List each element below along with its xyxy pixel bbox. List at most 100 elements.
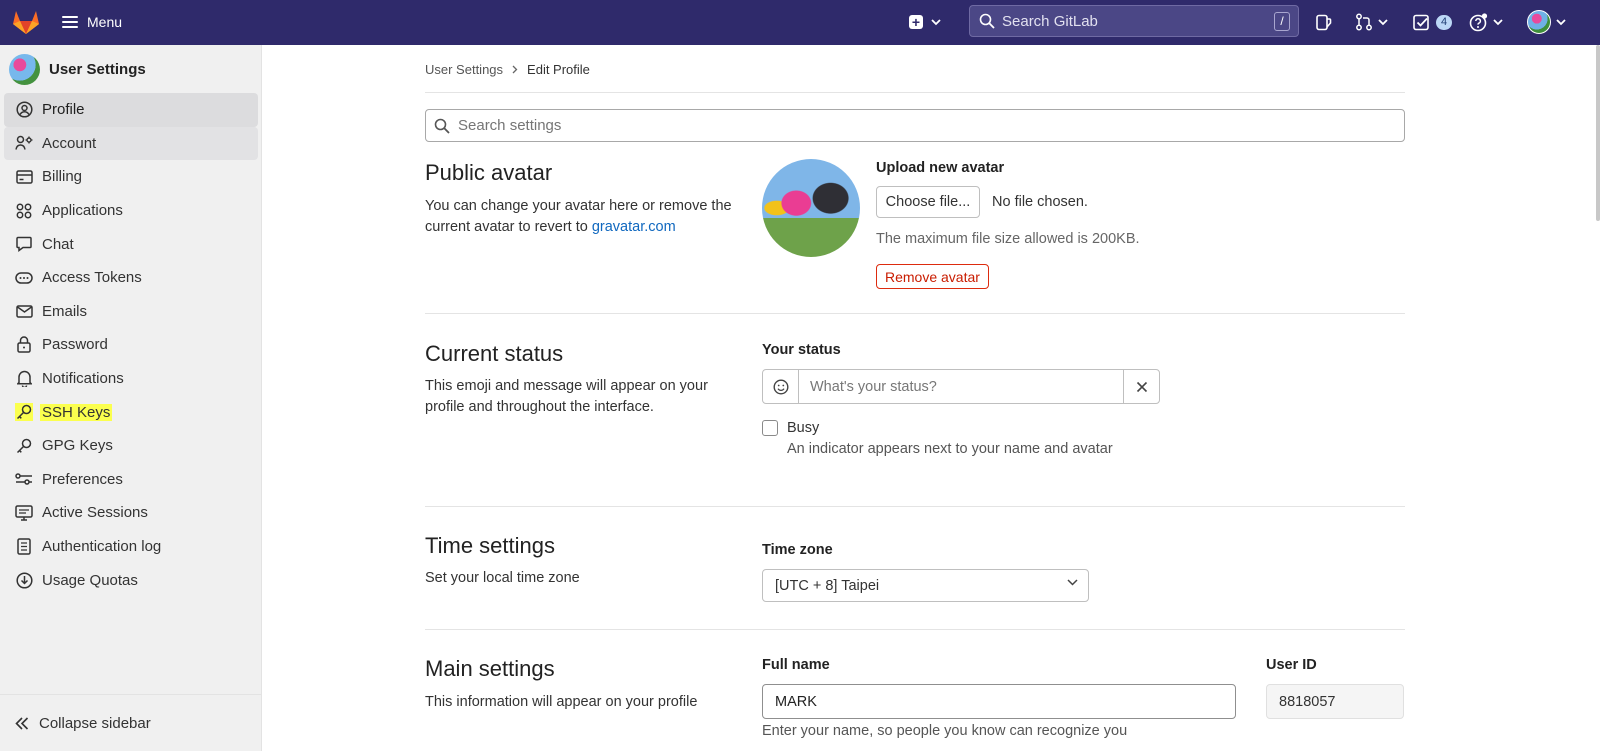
sidebar-item-preferences[interactable]: Preferences — [4, 463, 258, 497]
user-id-field: 8818057 — [1266, 684, 1404, 719]
collapse-sidebar-button[interactable]: Collapse sidebar — [0, 694, 262, 751]
avatar — [1527, 10, 1551, 34]
chevron-right-icon — [512, 65, 518, 74]
todos-button[interactable]: 4 — [1413, 10, 1453, 34]
smiley-icon — [772, 378, 789, 395]
chevron-down-icon — [1556, 18, 1566, 25]
double-chevron-left-icon — [15, 716, 29, 730]
clear-status-button[interactable] — [1123, 370, 1159, 403]
breadcrumb: User Settings Edit Profile — [425, 62, 590, 77]
sidebar-item-chat[interactable]: Chat — [4, 227, 258, 261]
merge-requests-button[interactable] — [1355, 10, 1388, 34]
section-desc-public-avatar: You can change your avatar here or remov… — [425, 196, 745, 238]
sidebar-item-label: Usage Quotas — [42, 571, 138, 589]
lock-icon — [15, 336, 33, 354]
section-desc-main-settings: This information will appear on your pro… — [425, 694, 698, 710]
sidebar-item-authentication-log[interactable]: Authentication log — [4, 530, 258, 564]
close-icon — [1136, 381, 1147, 392]
your-status-label: Your status — [762, 342, 841, 358]
sidebar-item-label: Notifications — [42, 370, 124, 388]
full-name-label: Full name — [762, 657, 830, 673]
sidebar-item-applications[interactable]: Applications — [4, 194, 258, 228]
create-new-button[interactable]: + — [909, 10, 941, 34]
page-scrollbar[interactable] — [1596, 45, 1600, 221]
gravatar-link[interactable]: gravatar.com — [592, 219, 676, 235]
todo-check-icon — [1413, 14, 1429, 30]
menu-label: Menu — [87, 14, 123, 30]
help-button[interactable] — [1469, 10, 1503, 34]
user-id-value: 8818057 — [1279, 693, 1336, 710]
sidebar-item-notifications[interactable]: Notifications — [4, 362, 258, 396]
menu-button[interactable]: Menu — [62, 10, 122, 34]
sidebar-item-label: Active Sessions — [42, 504, 148, 522]
busy-checkbox[interactable] — [762, 420, 778, 436]
gitlab-logo-icon[interactable] — [10, 6, 42, 38]
sidebar-item-label: Profile — [42, 101, 85, 119]
section-title-current-status: Current status — [425, 341, 564, 366]
status-message-input[interactable]: What's your status? — [799, 370, 1123, 403]
time-zone-label: Time zone — [762, 542, 833, 558]
sidebar-item-ssh-keys[interactable]: SSH Keys — [4, 395, 258, 429]
sidebar-item-access-tokens[interactable]: Access Tokens — [4, 261, 258, 295]
user-menu-button[interactable] — [1527, 10, 1566, 34]
sidebar-title: User Settings — [49, 61, 146, 78]
avatar — [9, 54, 40, 85]
search-shortcut-hint: / — [1274, 12, 1290, 31]
divider — [425, 313, 1405, 314]
top-navbar: Menu + Search GitLab / 4 — [0, 0, 1600, 45]
sidebar-header[interactable]: User Settings — [9, 54, 146, 85]
sidebar-item-label: GPG Keys — [42, 437, 113, 455]
chevron-down-icon — [1493, 18, 1503, 25]
global-search-input[interactable]: Search GitLab / — [969, 5, 1299, 37]
breadcrumb-current[interactable]: Edit Profile — [527, 62, 590, 77]
sidebar-item-account[interactable]: Account — [4, 126, 258, 161]
sidebar-nav: Profile Account Billing Applications Cha… — [4, 93, 258, 597]
sidebar: User Settings Profile Account Billing Ap… — [0, 45, 262, 751]
section-title-time-settings: Time settings — [425, 533, 556, 558]
search-icon — [434, 118, 450, 134]
sidebar-item-active-sessions[interactable]: Active Sessions — [4, 496, 258, 530]
breadcrumb-parent[interactable]: User Settings — [425, 62, 503, 77]
busy-label: Busy — [787, 420, 820, 436]
sidebar-item-label: Authentication log — [42, 538, 162, 556]
sidebar-item-usage-quotas[interactable]: Usage Quotas — [4, 563, 258, 597]
upload-avatar-label: Upload new avatar — [876, 160, 1005, 176]
choose-file-button[interactable]: Choose file... — [876, 186, 980, 218]
settings-search-input[interactable]: Search settings — [425, 109, 1405, 142]
token-icon — [15, 269, 33, 287]
full-name-help-text: Enter your name, so people you know can … — [762, 723, 1128, 739]
sidebar-item-label: Access Tokens — [42, 269, 142, 287]
account-icon — [15, 134, 33, 152]
status-placeholder: What's your status? — [810, 378, 937, 395]
no-file-text: No file chosen. — [992, 194, 1088, 210]
divider — [425, 92, 1405, 93]
sidebar-item-emails[interactable]: Emails — [4, 295, 258, 329]
full-name-input[interactable]: MARK — [762, 684, 1236, 719]
remove-avatar-button[interactable]: Remove avatar — [876, 264, 989, 289]
credit-card-icon — [15, 168, 33, 186]
time-zone-value: [UTC + 8] Taipei — [775, 577, 880, 594]
emoji-picker-button[interactable] — [763, 370, 799, 403]
sidebar-item-profile[interactable]: Profile — [4, 93, 258, 127]
profile-icon — [15, 101, 33, 119]
mail-icon — [15, 302, 33, 320]
issues-icon — [1316, 14, 1332, 30]
user-id-label: User ID — [1266, 657, 1317, 673]
log-icon — [15, 538, 33, 556]
time-zone-select[interactable]: [UTC + 8] Taipei — [762, 569, 1089, 602]
plus-square-icon: + — [909, 15, 923, 29]
todo-count-badge: 4 — [1436, 14, 1453, 30]
full-name-value: MARK — [775, 693, 817, 710]
chevron-down-icon — [1378, 18, 1388, 25]
hamburger-icon — [62, 16, 78, 28]
sidebar-item-label: Applications — [42, 202, 123, 220]
bell-icon — [15, 370, 33, 388]
sidebar-item-billing[interactable]: Billing — [4, 160, 258, 194]
max-size-text: The maximum file size allowed is 200KB. — [876, 231, 1140, 247]
sidebar-item-gpg-keys[interactable]: GPG Keys — [4, 429, 258, 463]
issues-button[interactable] — [1316, 10, 1332, 34]
avatar-description-text: You can change your avatar here or remov… — [425, 198, 732, 235]
divider — [425, 506, 1405, 507]
sidebar-item-password[interactable]: Password — [4, 328, 258, 362]
section-desc-current-status: This emoji and message will appear on yo… — [425, 378, 708, 415]
